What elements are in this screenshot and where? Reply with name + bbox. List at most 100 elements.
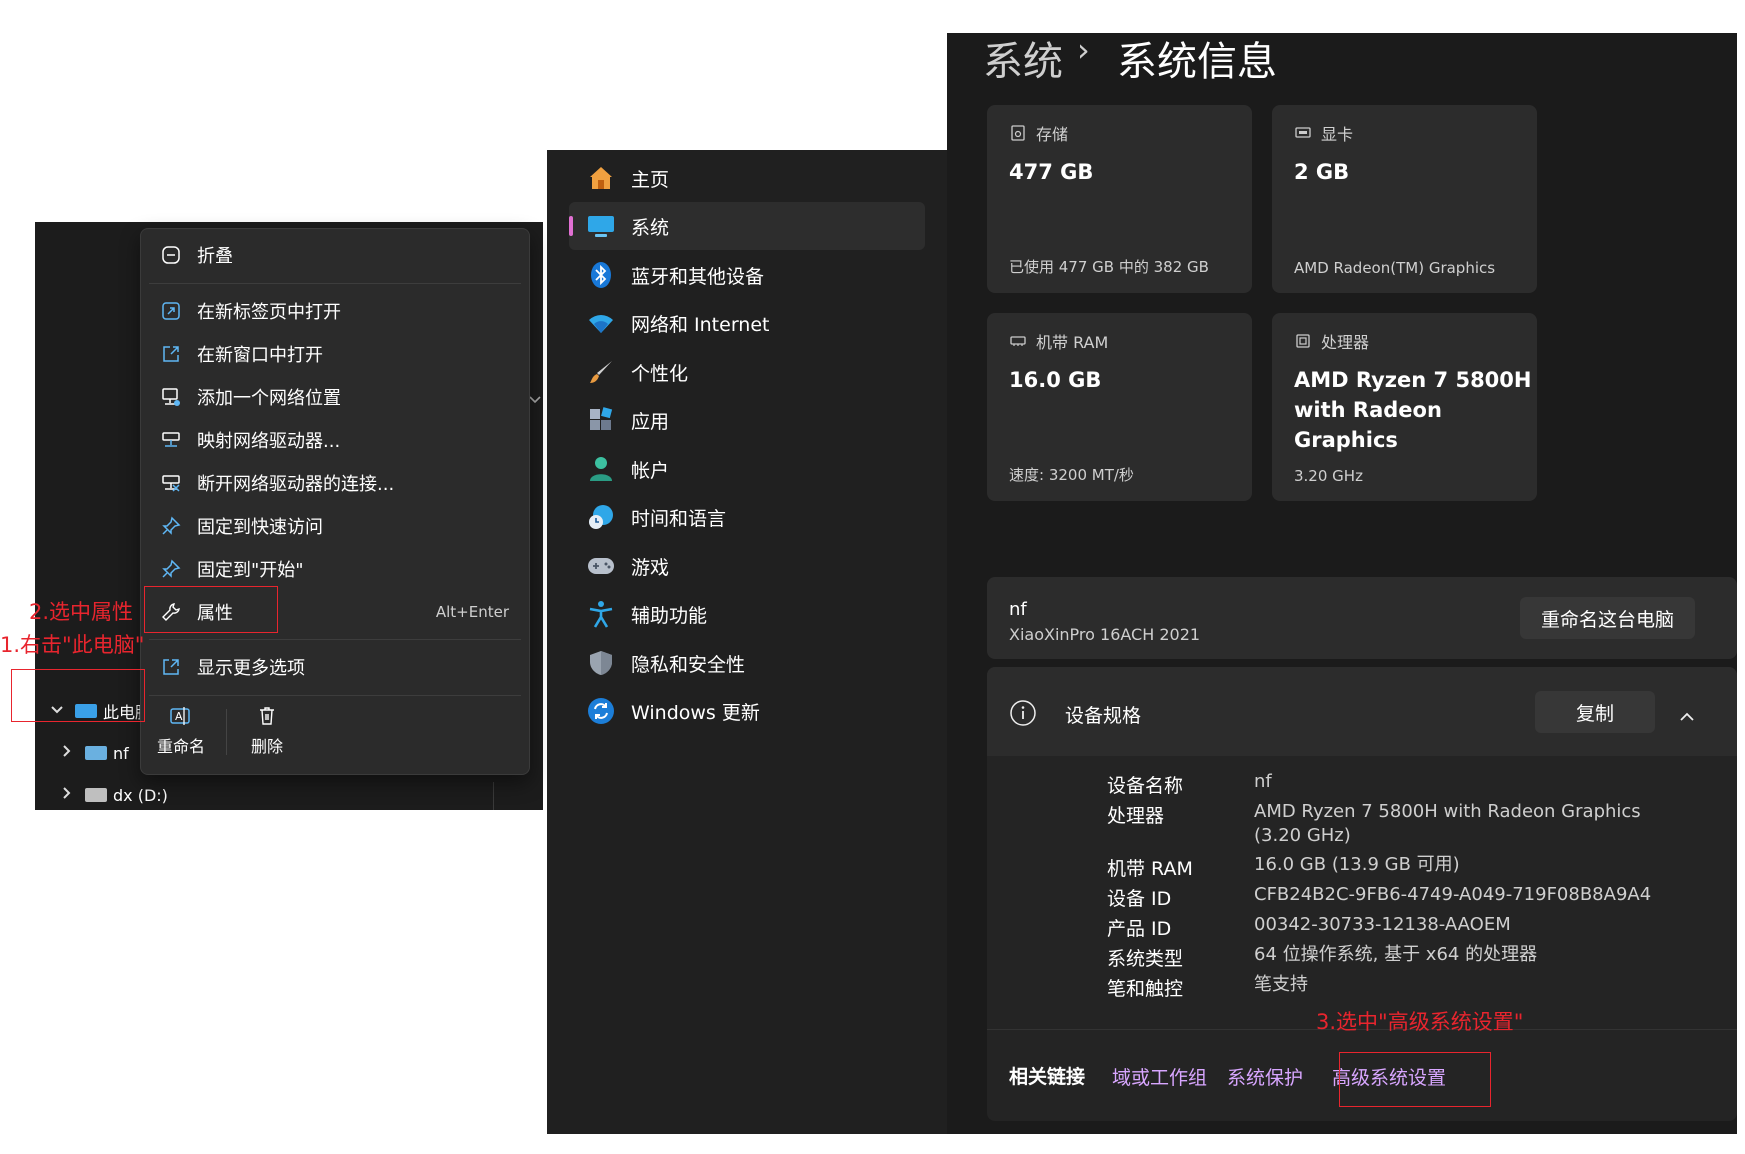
spec-value: 64 位操作系统, 基于 x64 的处理器: [1254, 944, 1538, 965]
link-domain-workgroup[interactable]: 域或工作组: [1112, 1063, 1207, 1090]
nav-item-network[interactable]: 网络和 Internet: [569, 299, 925, 347]
brush-icon: [587, 358, 615, 386]
card-title: 机带 RAM: [1036, 333, 1109, 352]
tree-item-drive-d[interactable]: dx (D:): [57, 780, 168, 810]
disconnect-drive-icon: [159, 471, 183, 495]
menu-item-label: 断开网络驱动器的连接...: [197, 474, 395, 495]
card-header: 处理器: [1294, 329, 1369, 353]
shortcut-hint: Alt+Enter: [435, 603, 509, 621]
copy-button[interactable]: 复制: [1535, 691, 1655, 733]
breadcrumb-parent[interactable]: 系统: [983, 29, 1063, 87]
related-links-label: 相关链接: [1009, 1066, 1086, 1088]
chevron-right-icon[interactable]: [57, 786, 77, 804]
page-title: 系统信息: [1117, 39, 1277, 85]
tree-item-label: nf: [113, 743, 129, 763]
active-indicator: [569, 216, 573, 236]
spec-label: 处理器: [1107, 805, 1165, 827]
storage-card[interactable]: 存储 477 GB 已使用 477 GB 中的 382 GB: [987, 105, 1252, 293]
menu-item-label: 固定到快速访问: [197, 517, 323, 538]
tree-item-nf[interactable]: nf: [57, 738, 129, 768]
device-name-card: nf XiaoXinPro 16ACH 2021 重命名这台电脑: [987, 577, 1737, 659]
gpu-card[interactable]: 显卡 2 GB AMD Radeon(TM) Graphics: [1272, 105, 1537, 293]
menu-item-add-network-location[interactable]: 添加一个网络位置: [149, 377, 521, 417]
spec-value-continued: (3.20 GHz): [1254, 825, 1351, 846]
specs-header[interactable]: 设备规格 复制: [987, 667, 1737, 756]
spec-label: 设备 ID: [1107, 888, 1172, 910]
settings-navigation: 主页 系统 蓝牙和其他设备 网络和 Internet 个性化 应用 帐户 时间和…: [547, 150, 947, 1134]
menu-item-collapse[interactable]: 折叠: [149, 235, 521, 275]
account-icon: [587, 455, 615, 483]
spec-value: 笔支持: [1254, 974, 1308, 995]
context-menu: 折叠 在新标签页中打开 在新窗口中打开 添加一个网络位置 映射网络驱动器... …: [140, 228, 530, 775]
card-title: 显卡: [1321, 125, 1354, 144]
nav-label: 网络和 Internet: [631, 313, 770, 336]
more-options-icon: [159, 655, 183, 679]
device-model: XiaoXinPro 16ACH 2021: [1009, 625, 1201, 644]
nav-item-apps[interactable]: 应用: [569, 396, 925, 444]
tree-item-label: dx (D:): [113, 785, 168, 805]
menu-item-open-new-tab[interactable]: 在新标签页中打开: [149, 291, 521, 331]
bluetooth-icon: [587, 261, 615, 289]
nav-item-bluetooth[interactable]: 蓝牙和其他设备: [569, 251, 925, 299]
cpu-card[interactable]: 处理器 AMD Ryzen 7 5800H with Radeon Graphi…: [1272, 313, 1537, 501]
home-icon: [587, 164, 615, 192]
delete-button[interactable]: 删除: [227, 697, 307, 767]
spec-value: AMD Ryzen 7 5800H with Radeon Graphics: [1254, 801, 1641, 822]
annotation-step-2: 2.选中属性: [29, 600, 134, 624]
chevron-up-icon[interactable]: [1679, 707, 1695, 726]
cpu-icon: [1294, 332, 1312, 350]
breadcrumb-separator: ›: [1077, 31, 1090, 69]
annotation-step-1: 1.右击"此电脑": [0, 633, 145, 657]
specs-title: 设备规格: [1065, 705, 1142, 727]
annotation-box-this-pc: [11, 669, 145, 722]
rename-pc-button[interactable]: 重命名这台电脑: [1520, 597, 1695, 639]
spec-value: 16.0 GB (13.9 GB 可用): [1254, 854, 1460, 875]
nav-item-time-language[interactable]: 时间和语言: [569, 493, 925, 541]
menu-item-pin-start[interactable]: 固定到"开始": [149, 549, 521, 589]
pin-icon: [159, 514, 183, 538]
menu-item-open-new-window[interactable]: 在新窗口中打开: [149, 334, 521, 374]
menu-item-map-network-drive[interactable]: 映射网络驱动器...: [149, 420, 521, 460]
card-subtext: 已使用 477 GB 中的 382 GB: [1009, 258, 1209, 276]
open-new-tab-icon: [159, 299, 183, 323]
shield-icon: [587, 649, 615, 677]
annotation-box-properties: [144, 586, 278, 633]
card-subtext: AMD Radeon(TM) Graphics: [1294, 259, 1496, 277]
menu-item-label: 映射网络驱动器...: [197, 431, 341, 452]
apps-icon: [587, 406, 615, 434]
nav-item-privacy[interactable]: 隐私和安全性: [569, 639, 925, 687]
network-drive-icon: [85, 746, 107, 760]
spec-label: 产品 ID: [1107, 918, 1172, 940]
rename-button[interactable]: A 重命名: [141, 697, 221, 767]
svg-text:A: A: [175, 710, 183, 723]
nav-item-home[interactable]: 主页: [569, 154, 925, 202]
menu-item-disconnect-network-drive[interactable]: 断开网络驱动器的连接...: [149, 463, 521, 503]
nav-item-accounts[interactable]: 帐户: [569, 445, 925, 493]
link-system-protection[interactable]: 系统保护: [1227, 1063, 1303, 1090]
info-icon: [1009, 699, 1037, 731]
open-new-window-icon: [159, 342, 183, 366]
card-value: 477 GB: [1009, 160, 1094, 184]
menu-item-show-more-options[interactable]: 显示更多选项: [149, 647, 521, 687]
spec-label: 笔和触控: [1107, 978, 1184, 1000]
menu-item-pin-quick-access[interactable]: 固定到快速访问: [149, 506, 521, 546]
ram-card[interactable]: 机带 RAM 16.0 GB 速度: 3200 MT/秒: [987, 313, 1252, 501]
nav-item-system[interactable]: 系统: [569, 202, 925, 250]
storage-icon: [1009, 124, 1027, 142]
update-icon: [587, 697, 615, 725]
nav-label: 系统: [631, 216, 670, 239]
card-subtext: 速度: 3200 MT/秒: [1009, 466, 1134, 484]
nav-item-windows-update[interactable]: Windows 更新: [569, 687, 925, 735]
nav-item-personalization[interactable]: 个性化: [569, 348, 925, 396]
annotation-step-3: 3.选中"高级系统设置": [1316, 1010, 1524, 1034]
card-value: 2 GB: [1294, 160, 1350, 184]
nav-item-accessibility[interactable]: 辅助功能: [569, 590, 925, 638]
card-value: AMD Ryzen 7 5800H with Radeon Graphics: [1294, 365, 1537, 455]
chevron-right-icon[interactable]: [57, 744, 77, 762]
ram-icon: [1009, 332, 1027, 350]
nav-item-gaming[interactable]: 游戏: [569, 542, 925, 590]
spec-label: 机带 RAM: [1107, 858, 1193, 880]
card-value-line: with Radeon Graphics: [1294, 398, 1442, 452]
settings-content: 系统 › 系统信息 存储 477 GB 已使用 477 GB 中的 382 GB…: [947, 31, 1737, 1134]
chevron-down-icon: [528, 390, 542, 409]
